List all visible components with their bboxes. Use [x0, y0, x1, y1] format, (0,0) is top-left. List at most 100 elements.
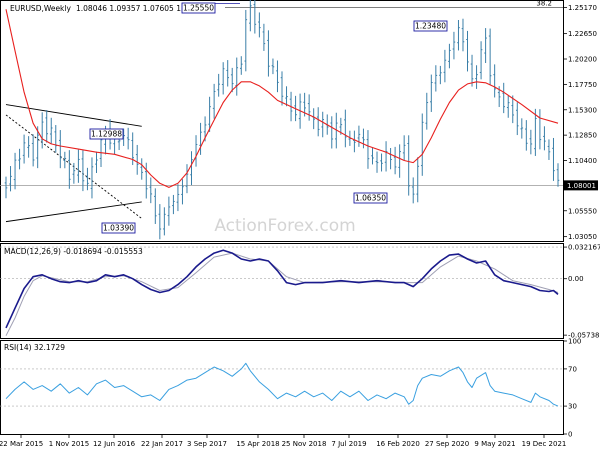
- macd-signal-line: [5, 252, 559, 336]
- candle: [439, 65, 442, 85]
- price-y-tick-label: 1.20200: [568, 56, 597, 64]
- candle: [244, 9, 248, 72]
- candle: [40, 112, 44, 149]
- rsi-y-tick-label: 0: [568, 431, 572, 439]
- chart-canvas: ActionForex.com EURUSD,Weekly 1.08046 1.…: [0, 0, 600, 448]
- candle: [488, 28, 492, 85]
- candle: [276, 60, 279, 93]
- candle: [77, 149, 80, 183]
- x-tick-label: 15 Apr 2018: [236, 440, 279, 448]
- x-tick-label: 16 Feb 2020: [376, 440, 420, 448]
- x-tick-label: 25 Nov 2018: [282, 440, 327, 448]
- price-panel-frame: [0, 0, 564, 242]
- candle: [172, 194, 175, 215]
- candle: [49, 117, 53, 144]
- candle: [312, 108, 315, 130]
- price-y-tick-label: 1.05550: [568, 207, 597, 215]
- candle: [538, 109, 542, 150]
- candle: [13, 152, 17, 190]
- rsi-series: [0, 362, 563, 407]
- x-tick-label: 7 Jul 2019: [331, 440, 366, 448]
- rsi-label: RSI(14) 32.1729: [4, 343, 65, 352]
- candle: [552, 137, 555, 181]
- rsi-y-tick-label: 70: [568, 365, 577, 373]
- candle: [371, 147, 374, 165]
- candle: [54, 125, 58, 153]
- macd-panel-frame: [0, 243, 564, 339]
- macd-y-tick-label: 0.032167: [568, 244, 600, 252]
- candle: [230, 67, 234, 93]
- candle: [95, 151, 98, 174]
- candle: [176, 184, 180, 212]
- candle: [22, 134, 26, 164]
- candle: [9, 166, 12, 192]
- candle: [86, 167, 89, 191]
- candle: [330, 116, 334, 149]
- price-annotation: 1.23480: [413, 20, 448, 32]
- candle: [479, 41, 483, 80]
- candle: [357, 125, 361, 147]
- price-annotation: 1.12988: [89, 128, 124, 140]
- candle: [235, 57, 239, 96]
- price-y-tick-label: 1.17750: [568, 81, 597, 89]
- candle: [362, 128, 365, 149]
- candle: [384, 141, 388, 172]
- candle: [190, 151, 193, 186]
- candle: [398, 144, 401, 178]
- candle: [529, 129, 533, 155]
- candle: [27, 136, 30, 158]
- candle: [90, 157, 94, 199]
- candle: [475, 65, 478, 89]
- candle: [140, 158, 144, 180]
- candle: [543, 126, 546, 151]
- candle: [547, 139, 551, 160]
- candle: [58, 130, 62, 169]
- price-y-tick-label: 1.10400: [568, 157, 597, 165]
- candle: [321, 111, 325, 138]
- macd-series: [0, 246, 563, 336]
- price-annotation-label: 1.03390: [103, 224, 134, 233]
- candle: [448, 43, 451, 69]
- symbol-label: EURUSD,Weekly: [10, 4, 71, 13]
- candle: [212, 83, 216, 119]
- candle: [466, 30, 469, 72]
- candle: [493, 64, 496, 98]
- candle: [430, 74, 433, 112]
- candle: [416, 157, 420, 203]
- x-tick-label: 1 Nov 2015: [49, 440, 89, 448]
- candle: [267, 30, 270, 77]
- candle: [425, 92, 429, 130]
- candle: [163, 207, 166, 236]
- candle: [307, 94, 311, 121]
- macd-line: [5, 249, 559, 329]
- candle: [181, 179, 184, 205]
- price-y-tick-label: 1.12850: [568, 132, 597, 140]
- candle: [393, 146, 397, 175]
- candle: [63, 151, 67, 169]
- candle: [280, 71, 284, 106]
- candle: [506, 95, 510, 118]
- price-annotation-label: 1.06350: [355, 194, 386, 203]
- candle: [502, 82, 506, 114]
- price-series: 38.2: [0, 0, 563, 240]
- candle: [226, 60, 230, 87]
- x-tick-label: 3 Sep 2017: [187, 440, 227, 448]
- price-y-tick-label: 1.25170: [568, 4, 597, 12]
- candle: [411, 177, 415, 204]
- candle: [158, 204, 162, 240]
- candle: [271, 58, 275, 75]
- candle: [167, 196, 171, 226]
- watermark: ActionForex.com: [214, 216, 355, 236]
- candle: [45, 110, 49, 143]
- candle: [470, 54, 474, 87]
- candle: [239, 56, 243, 75]
- candle: [249, 0, 252, 32]
- fib-level-label: 38.2: [536, 0, 552, 8]
- x-tick-label: 22 Jan 2017: [141, 440, 183, 448]
- candle: [18, 148, 21, 170]
- price-annotation: 1.06350: [353, 192, 388, 204]
- trend-channel-lower: [5, 201, 142, 223]
- price-y-tick-label: 1.03050: [568, 233, 597, 241]
- rsi-y-tick-label: 100: [568, 338, 581, 346]
- candle: [68, 150, 71, 189]
